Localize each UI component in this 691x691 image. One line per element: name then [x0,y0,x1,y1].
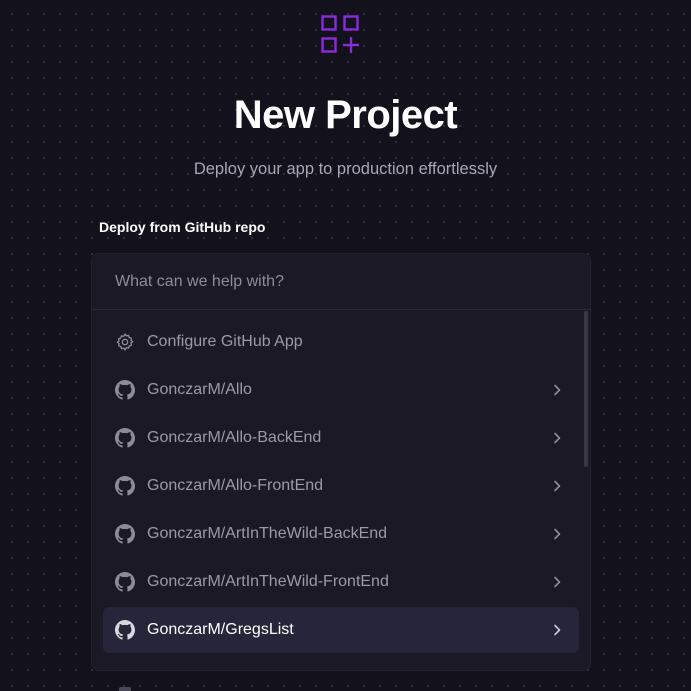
configure-github-app-item[interactable]: Configure GitHub App [103,319,579,365]
repo-item-artinthewild-frontend[interactable]: GonczarM/ArtInTheWild-FrontEnd [103,559,579,605]
repo-item-allo-backend[interactable]: GonczarM/Allo-BackEnd [103,415,579,461]
github-icon [115,524,135,544]
page-title: New Project [233,93,458,137]
repo-item-artinthewild-backend[interactable]: GonczarM/ArtInTheWild-BackEnd [103,511,579,557]
item-label: GonczarM/ArtInTheWild-FrontEnd [147,573,389,590]
item-label: GonczarM/Allo [147,381,252,398]
item-label: GonczarM/ArtInTheWild-BackEnd [147,525,388,542]
new-project-logo-icon [321,15,359,53]
repo-picker-panel: Configure GitHub App GonczarM/Allo Goncz… [91,253,591,671]
item-label: GonczarM/Allo-BackEnd [147,429,322,446]
deploy-section-label: Deploy from GitHub repo [99,219,266,235]
github-icon [115,572,135,592]
chevron-right-icon [554,384,561,396]
github-icon [115,380,135,400]
repo-item-allo-frontend[interactable]: GonczarM/Allo-FrontEnd [103,463,579,509]
item-label: Configure GitHub App [147,333,303,350]
item-label: GonczarM/Allo-FrontEnd [147,477,324,494]
item-label: GonczarM/GregsList [147,621,294,638]
github-icon [115,620,135,640]
chevron-right-icon [554,480,561,492]
github-icon [115,428,135,448]
chevron-right-icon [554,432,561,444]
chevron-right-icon [554,528,561,540]
page-subtitle: Deploy your app to production effortless… [193,160,498,178]
list-scrollbar[interactable] [584,311,588,467]
repo-item-gregslist[interactable]: GonczarM/GregsList [103,607,579,653]
search-input[interactable] [92,254,590,310]
chevron-right-icon [554,624,561,636]
repo-list: Configure GitHub App GonczarM/Allo Goncz… [92,311,590,670]
chevron-right-icon [554,576,561,588]
gear-icon [116,333,134,351]
repo-item-allo[interactable]: GonczarM/Allo [103,367,579,413]
next-item-icon-partial [119,687,131,691]
github-icon [115,476,135,496]
